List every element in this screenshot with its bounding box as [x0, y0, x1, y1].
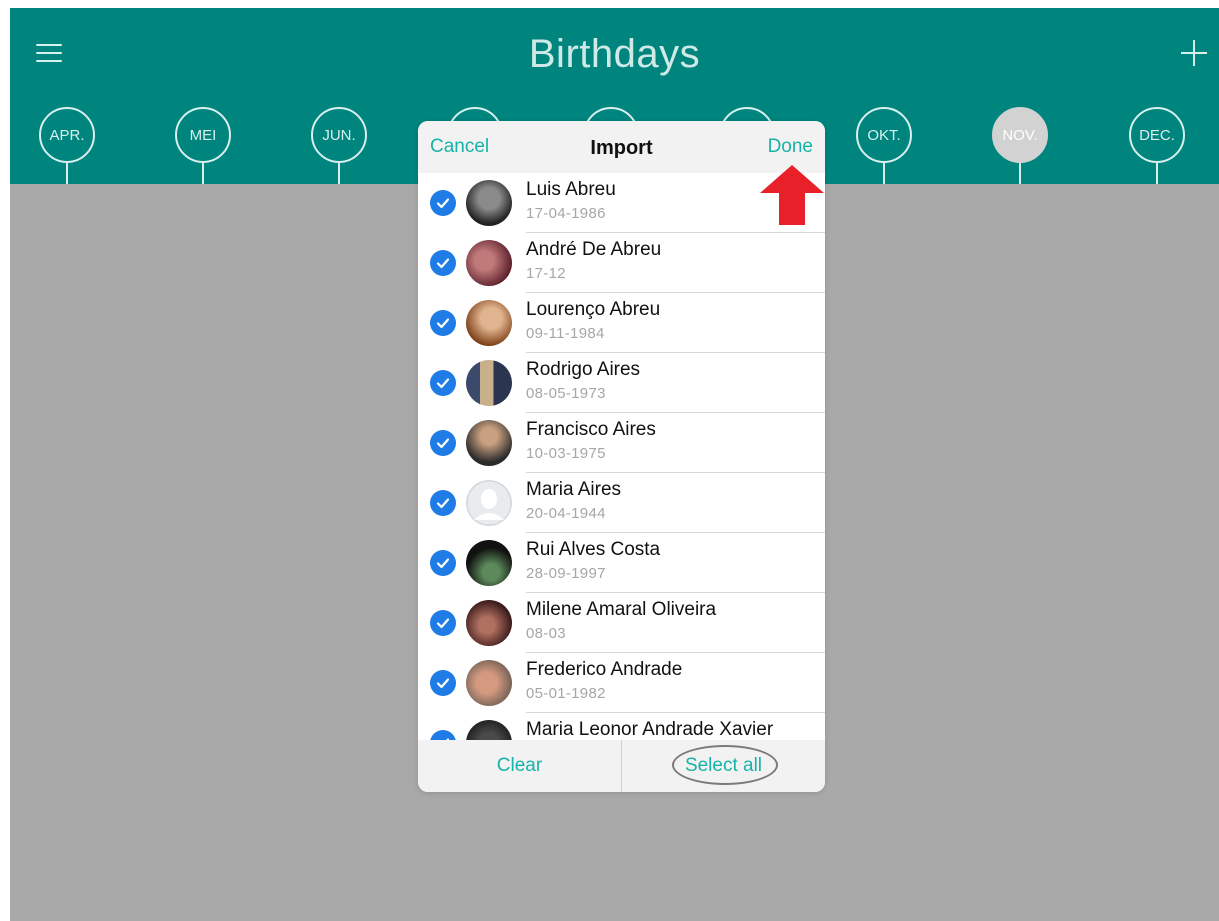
- month-stem: [338, 163, 340, 184]
- contact-name: Luis Abreu: [526, 179, 616, 200]
- select-all-button[interactable]: Select all: [622, 740, 825, 792]
- contact-name: Francisco Aires: [526, 419, 656, 440]
- contact-birthday: 09-11-1984: [526, 325, 605, 342]
- contact-birthday: 08-05-1973: [526, 385, 606, 402]
- contact-birthday: 08-03: [526, 625, 566, 642]
- contact-list[interactable]: Luis Abreu 17-04-1986 André De Abreu 17-12 L…: [418, 173, 825, 740]
- month-stem: [1156, 163, 1158, 184]
- avatar: [466, 420, 512, 466]
- month-okt[interactable]: OKT.: [856, 107, 912, 163]
- checkmark-icon[interactable]: [430, 250, 456, 276]
- contact-birthday: 05-01-1982: [526, 685, 606, 702]
- clear-button[interactable]: Clear: [418, 740, 621, 792]
- done-button[interactable]: Done: [768, 136, 813, 158]
- avatar: [466, 720, 512, 740]
- contact-birthday: 17-12: [526, 265, 566, 282]
- contact-birthday: 28-09-1997: [526, 565, 606, 582]
- month-stem: [1019, 163, 1021, 184]
- contact-name: Rodrigo Aires: [526, 359, 641, 380]
- checkmark-icon[interactable]: [430, 670, 456, 696]
- checkmark-icon[interactable]: [430, 730, 456, 740]
- contact-birthday: 17-04-1986: [526, 205, 606, 222]
- avatar-placeholder-icon: [466, 480, 512, 526]
- avatar: [466, 240, 512, 286]
- contact-row[interactable]: Rui Alves Costa 28-09-1997: [418, 533, 825, 593]
- contact-row[interactable]: Lourenço Abreu 09-11-1984: [418, 293, 825, 353]
- month-dec[interactable]: DEC.: [1129, 107, 1185, 163]
- page-title: Birthdays: [528, 32, 701, 76]
- add-icon[interactable]: [1181, 40, 1207, 66]
- checkmark-icon[interactable]: [430, 190, 456, 216]
- avatar: [466, 540, 512, 586]
- month-stem: [66, 163, 68, 184]
- contact-name: Frederico Andrade: [526, 659, 683, 680]
- contact-name: Milene Amaral Oliveira: [526, 599, 717, 620]
- checkmark-icon[interactable]: [430, 310, 456, 336]
- month-nov[interactable]: NOV.: [992, 107, 1048, 163]
- month-stem: [202, 163, 204, 184]
- app-screen: Birthdays APR. MEI JUN. OKT. NOV. DEC. Cancel…: [10, 8, 1219, 921]
- contact-name: Lourenço Abreu: [526, 299, 661, 320]
- avatar: [466, 300, 512, 346]
- checkmark-icon[interactable]: [430, 430, 456, 456]
- annotation-arrow-icon: [760, 165, 824, 225]
- contact-birthday: 20-04-1944: [526, 505, 606, 522]
- checkmark-icon[interactable]: [430, 550, 456, 576]
- dialog-footer: Clear Select all: [418, 740, 825, 792]
- month-stem: [883, 163, 885, 184]
- checkmark-icon[interactable]: [430, 490, 456, 516]
- contact-name: André De Abreu: [526, 239, 662, 260]
- month-jun[interactable]: JUN.: [311, 107, 367, 163]
- contact-name: Maria Aires: [526, 479, 622, 500]
- contact-name: Rui Alves Costa: [526, 539, 661, 560]
- contact-row[interactable]: Maria Aires 20-04-1944: [418, 473, 825, 533]
- checkmark-icon[interactable]: [430, 610, 456, 636]
- contact-row[interactable]: Milene Amaral Oliveira 08-03: [418, 593, 825, 653]
- avatar: [466, 360, 512, 406]
- month-mei[interactable]: MEI: [175, 107, 231, 163]
- contact-row[interactable]: Frederico Andrade 05-01-1982: [418, 653, 825, 713]
- avatar: [466, 660, 512, 706]
- contact-row[interactable]: Francisco Aires 10-03-1975: [418, 413, 825, 473]
- dialog-title: Import: [590, 137, 653, 159]
- checkmark-icon[interactable]: [430, 370, 456, 396]
- contact-row[interactable]: André De Abreu 17-12: [418, 233, 825, 293]
- contact-row[interactable]: Rodrigo Aires 08-05-1973: [418, 353, 825, 413]
- contact-birthday: 10-03-1975: [526, 445, 606, 462]
- avatar: [466, 180, 512, 226]
- month-apr[interactable]: APR.: [39, 107, 95, 163]
- contact-row[interactable]: Maria Leonor Andrade Xavier: [418, 713, 825, 740]
- contact-name: Maria Leonor Andrade Xavier: [526, 719, 774, 740]
- avatar: [466, 600, 512, 646]
